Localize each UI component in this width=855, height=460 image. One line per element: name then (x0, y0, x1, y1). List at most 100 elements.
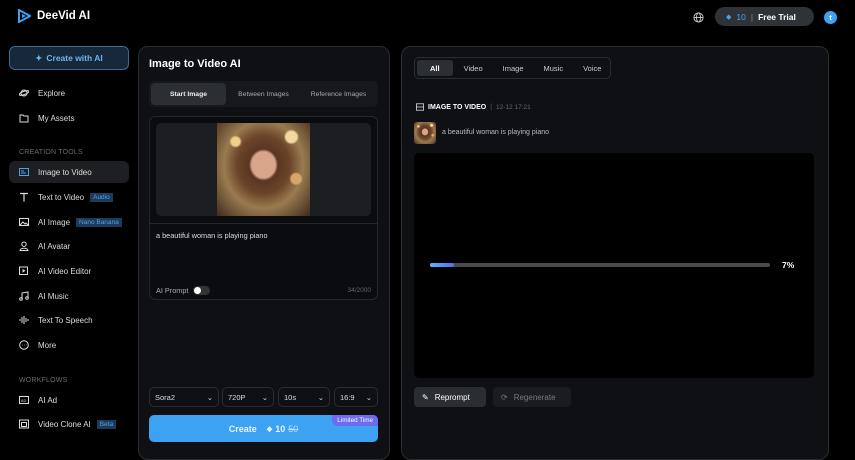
image-preview-area (156, 123, 371, 216)
duration-select[interactable]: 10s ⌄ (278, 387, 330, 407)
page-title: Image to Video AI (149, 58, 241, 70)
image-icon (19, 218, 29, 226)
original-cost: 50 (288, 423, 299, 434)
sidebar-item-label: Text to Video (38, 192, 85, 202)
progress-bar (430, 263, 770, 267)
more-icon (19, 340, 29, 350)
text-icon (20, 192, 28, 202)
tab-between-images[interactable]: Between Images (226, 83, 301, 105)
prompt-input[interactable]: a beautiful woman is playing piano (156, 231, 268, 240)
avatar[interactable]: t (824, 11, 837, 24)
sidebar-item-label: AI Avatar (38, 241, 71, 251)
char-count: 34/2000 (347, 287, 372, 294)
filter-all[interactable]: All (417, 60, 453, 76)
sidebar-item-label: More (38, 340, 57, 350)
chevron-down-icon: ⌄ (365, 392, 372, 402)
ai-prompt-toggle[interactable] (193, 286, 211, 295)
job-type: IMAGE TO VIDEO (428, 103, 487, 111)
sidebar-item-ai-video-editor[interactable]: AI Video Editor (9, 260, 129, 282)
reprompt-label: Reprompt (434, 392, 470, 402)
job-header: IMAGE TO VIDEO | 12-12 17:21 (416, 103, 531, 111)
plan-label: Free Trial (758, 11, 796, 22)
sidebar-item-ai-avatar[interactable]: AI Avatar (9, 235, 129, 257)
clone-icon (19, 419, 29, 429)
sidebar-item-label: AI Ad (38, 395, 58, 405)
progress-label: 7% (782, 260, 795, 270)
create-button[interactable]: Create ◆ 10 50 Limited Time (149, 415, 378, 442)
tab-reference-images[interactable]: Reference Images (301, 83, 376, 105)
credits-pill[interactable]: ◆ 10 | Free Trial (715, 7, 814, 26)
filter-music[interactable]: Music (535, 60, 573, 76)
upload-box[interactable]: a beautiful woman is playing piano AI Pr… (149, 116, 378, 300)
filter-image[interactable]: Image (494, 60, 533, 76)
ratio-select[interactable]: 16:9 ⌄ (334, 387, 378, 407)
resolution-select[interactable]: 720P ⌄ (222, 387, 274, 407)
filter-tabs: All Video Image Music Voice (414, 57, 611, 79)
beta-badge: Beta (96, 419, 117, 429)
sidebar-item-ai-music[interactable]: AI Music (9, 285, 129, 307)
job-thumbnail[interactable] (414, 122, 436, 144)
sidebar-item-video-clone-ai[interactable]: Video Clone AI Beta (9, 413, 129, 435)
sidebar-item-text-to-video[interactable]: Text to Video Audio (9, 186, 129, 208)
filter-video[interactable]: Video (455, 60, 492, 76)
uploaded-image[interactable] (217, 123, 310, 216)
sidebar-item-explore[interactable]: Explore (9, 82, 129, 104)
create-label: Create (228, 423, 257, 434)
sidebar-item-ai-image[interactable]: AI Image Nano Banana (9, 211, 129, 233)
nano-banana-badge: Nano Banana (76, 217, 122, 227)
regenerate-button[interactable]: ⟳ Regenerate (493, 387, 571, 407)
app-logo[interactable]: DeeVid AI (17, 9, 90, 23)
waveform-icon (19, 316, 29, 324)
music-icon (19, 291, 29, 301)
sidebar-item-ai-ad[interactable]: AD AI Ad (9, 389, 129, 411)
divider: | (750, 11, 754, 22)
create-with-ai-button[interactable]: ✦ Create with AI (9, 46, 129, 70)
sidebar-item-label: AI Video Editor (38, 266, 92, 276)
job-time: 12-12 17:21 (496, 103, 531, 111)
pencil-icon: ✎ (422, 392, 429, 402)
sidebar-item-label: AI Music (38, 291, 69, 301)
ai-prompt-label: AI Prompt (156, 286, 189, 295)
model-select[interactable]: Sora2 ⌄ (149, 387, 219, 407)
chevron-down-icon: ⌄ (317, 392, 324, 402)
regenerate-label: Regenerate (513, 392, 556, 402)
ad-icon: AD (19, 396, 29, 404)
image-video-icon (19, 168, 29, 176)
sidebar-item-image-to-video[interactable]: Image to Video (9, 161, 129, 183)
app-name: DeeVid AI (37, 10, 91, 22)
ratio-value: 16:9 (340, 392, 355, 402)
tab-start-image[interactable]: Start Image (151, 83, 226, 105)
image-mode-tabs: Start Image Between Images Reference Ima… (149, 81, 378, 107)
video-edit-icon (19, 266, 28, 275)
sidebar-item-label: AI Image (38, 217, 71, 227)
sidebar-item-more[interactable]: More (9, 334, 129, 356)
sparkle-icon: ✦ (35, 52, 43, 63)
model-value: Sora2 (155, 392, 176, 402)
diamond-icon: ◆ (266, 425, 273, 433)
refresh-icon: ⟳ (501, 392, 508, 402)
credits-count: 10 (736, 11, 746, 22)
image-video-icon (416, 103, 424, 111)
video-preview: 7% (414, 153, 814, 378)
diamond-icon: ◆ (726, 13, 732, 21)
sidebar-item-label: Image to Video (38, 167, 92, 177)
creation-tools-heading: CREATION TOOLS (19, 149, 83, 156)
progress-fill (430, 263, 454, 267)
sidebar-item-text-to-speech[interactable]: Text To Speech (9, 309, 129, 331)
logo-icon (18, 9, 31, 23)
sidebar-item-label: Video Clone AI (38, 419, 91, 429)
reprompt-button[interactable]: ✎ Reprompt (414, 387, 486, 407)
avatar-initial: t (829, 13, 832, 22)
cost: 10 (275, 423, 286, 434)
sidebar-item-my-assets[interactable]: My Assets (9, 107, 129, 129)
duration-value: 10s (284, 392, 297, 402)
globe-icon[interactable] (693, 12, 704, 23)
sidebar-item-label: My Assets (38, 113, 75, 123)
filter-voice[interactable]: Voice (574, 60, 610, 76)
svg-text:AD: AD (21, 398, 27, 403)
chevron-down-icon: ⌄ (261, 392, 268, 402)
user-icon (19, 241, 29, 251)
planet-icon (19, 89, 29, 97)
folder-icon (19, 114, 29, 123)
audio-badge: Audio (90, 192, 113, 202)
